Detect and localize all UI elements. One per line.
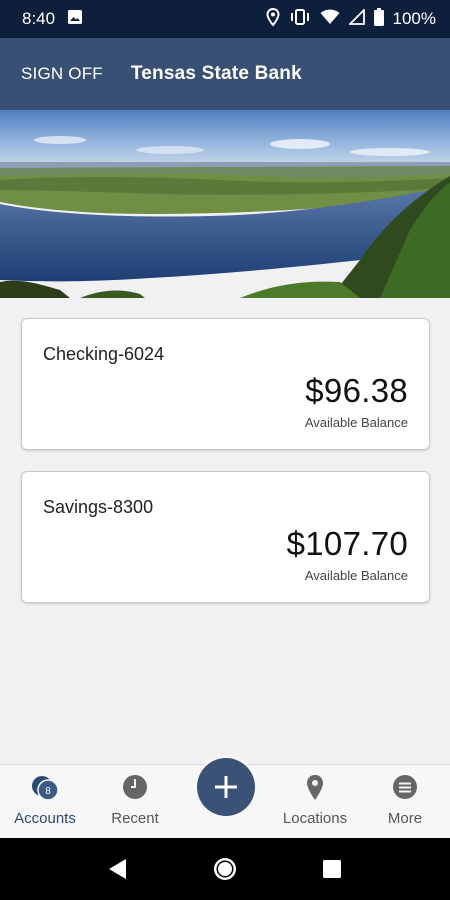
image-icon [67, 9, 83, 30]
account-card-checking[interactable]: Checking-6024 $96.38 Available Balance [21, 318, 430, 450]
back-icon[interactable] [102, 853, 134, 885]
nav-locations[interactable]: Locations [270, 765, 360, 839]
nav-more[interactable]: More [360, 765, 450, 839]
bank-name: Tensas State Bank [130, 63, 302, 84]
nav-more-label: More [387, 810, 423, 827]
clock-icon [120, 773, 150, 803]
status-bar: 8:40 100% [0, 0, 450, 38]
nav-accounts-label: Accounts [14, 810, 76, 827]
account-card-savings[interactable]: Savings-8300 $107.70 Available Balance [21, 471, 430, 603]
add-button[interactable] [197, 758, 255, 816]
battery-icon [373, 7, 384, 31]
wifi-icon [320, 9, 340, 30]
nav-accounts[interactable]: 8 Accounts [0, 765, 90, 839]
menu-icon [390, 773, 420, 803]
status-time: 8:40 [22, 9, 56, 28]
account-name: Checking-6024 [43, 344, 165, 364]
recents-icon[interactable] [316, 853, 348, 885]
location-pin-icon [300, 773, 330, 803]
accounts-list: Checking-6024 $96.38 Available Balance S… [0, 298, 450, 764]
status-left: 8:40 [22, 9, 83, 30]
accounts-badge: 8 [45, 786, 51, 797]
sign-off-button[interactable]: SIGN OFF [21, 64, 103, 84]
account-balance: $107.70 [286, 525, 408, 562]
system-nav-bar [0, 838, 450, 900]
plus-icon [215, 776, 237, 798]
nav-recent[interactable]: Recent [90, 765, 180, 839]
balance-caption: Available Balance [304, 568, 408, 583]
app-screen: 8:40 100% SIGN OFF Tensas State Bank Che… [0, 0, 450, 900]
hero-landscape-image [0, 110, 450, 298]
location-icon [266, 7, 280, 31]
status-right: 100% [266, 7, 436, 31]
account-name: Savings-8300 [43, 497, 154, 517]
vibrate-icon [289, 8, 311, 30]
battery-percent: 100% [392, 9, 436, 28]
cell-signal-icon [347, 7, 365, 30]
nav-recent-label: Recent [111, 810, 159, 827]
nav-locations-label: Locations [282, 810, 348, 827]
home-icon[interactable] [209, 853, 241, 885]
accounts-icon: 8 [30, 773, 60, 803]
account-balance: $96.38 [305, 372, 408, 409]
balance-caption: Available Balance [304, 415, 408, 430]
app-header: SIGN OFF Tensas State Bank [0, 38, 450, 110]
